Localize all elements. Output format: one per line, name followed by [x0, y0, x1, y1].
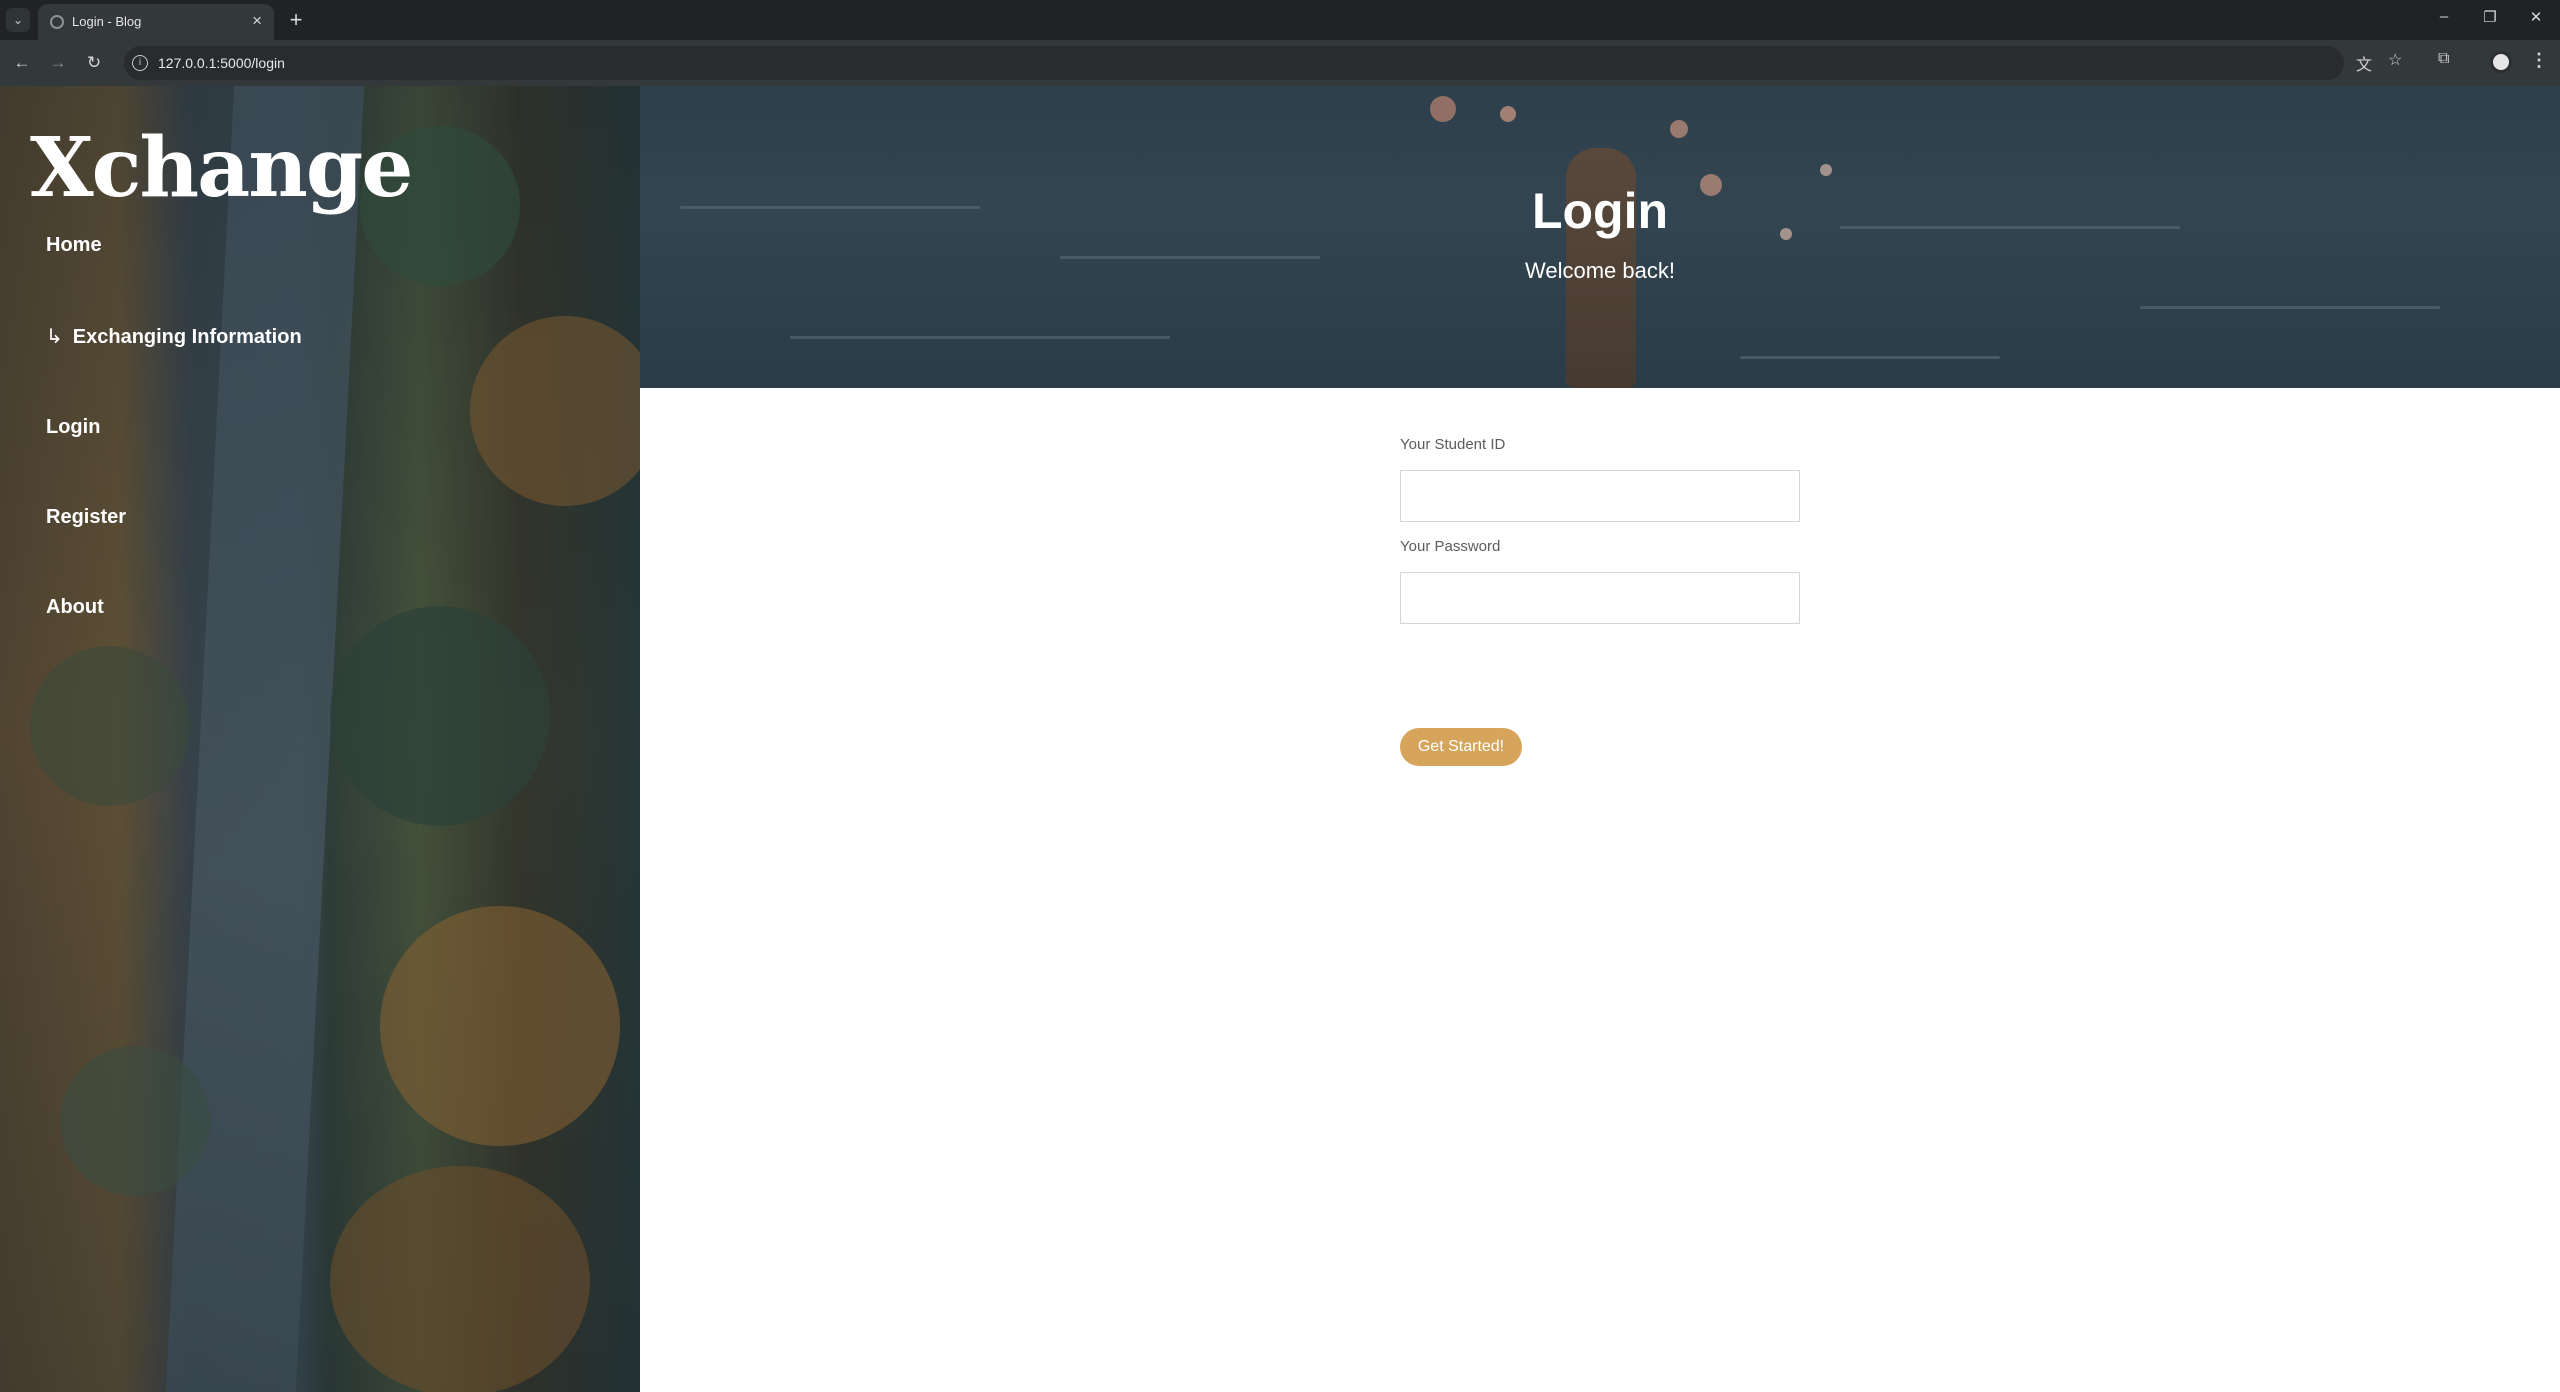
nav-item-about[interactable]: About	[46, 596, 104, 619]
puzzle-icon[interactable]: ⧉	[2438, 50, 2449, 68]
browser-tabstrip: ⌄ Login - Blog × + – ❐ ✕	[0, 0, 2560, 40]
minimize-icon[interactable]: –	[2432, 8, 2456, 25]
hero-banner: Login Welcome back!	[640, 86, 2560, 388]
plus-icon[interactable]: +	[282, 6, 310, 34]
star-icon[interactable]: ☆	[2388, 50, 2402, 70]
background-sparkle	[1500, 106, 1516, 122]
password-field[interactable]	[1400, 572, 1800, 624]
kebab-menu-icon[interactable]: ⋮	[2530, 50, 2548, 71]
background-wave	[1740, 356, 2000, 359]
globe-icon	[50, 15, 64, 29]
arrow-left-icon[interactable]: ←	[10, 51, 34, 75]
sidebar: Xchange Home ↳ Exchanging Information Log…	[0, 86, 640, 1392]
background-sparkle	[1820, 164, 1832, 176]
nav-item-home[interactable]: Home	[46, 234, 102, 257]
browser-toolbar: ← → ↻ i 127.0.0.1:5000/login 文 ☆ ⧉	[0, 40, 2560, 86]
tab-title: Login - Blog	[72, 14, 142, 29]
restore-icon[interactable]: ❐	[2478, 8, 2502, 26]
nav-item-label: Exchanging Information	[72, 326, 302, 348]
chevron-down-icon[interactable]: ⌄	[6, 8, 30, 32]
background-foliage	[380, 906, 620, 1146]
nav-item-exchanging-information[interactable]: ↳ Exchanging Information	[46, 324, 302, 349]
close-icon[interactable]: ×	[252, 11, 262, 31]
nav-item-login[interactable]: Login	[46, 416, 100, 439]
page-title: Login	[1531, 183, 1669, 239]
nav-item-label: Register	[46, 506, 127, 528]
get-started-button[interactable]: Get Started!	[1400, 728, 1522, 766]
background-foliage	[30, 646, 190, 806]
nav-item-label: About	[46, 596, 104, 618]
avatar[interactable]	[2490, 51, 2512, 73]
browser-tab[interactable]: Login - Blog ×	[38, 4, 274, 40]
arrow-right-icon[interactable]: →	[46, 51, 70, 75]
close-window-icon[interactable]: ✕	[2524, 8, 2548, 26]
reload-icon[interactable]: ↻	[82, 51, 106, 75]
background-sparkle	[1430, 96, 1456, 122]
student-id-label: Your Student ID	[1400, 436, 1506, 453]
background-foliage	[330, 606, 550, 826]
background-wave	[2140, 306, 2440, 309]
page: Xchange Home ↳ Exchanging Information Log…	[0, 86, 2560, 1392]
nav-item-register[interactable]: Register	[46, 506, 126, 529]
brand-logo[interactable]: Xchange	[30, 120, 413, 216]
background-foliage	[330, 1166, 590, 1392]
subitem-arrow-icon: ↳	[46, 326, 63, 348]
info-icon[interactable]: i	[132, 55, 148, 71]
nav-item-label: Login	[46, 416, 101, 438]
background-foliage	[60, 1046, 210, 1196]
translate-icon[interactable]: 文	[2356, 51, 2372, 75]
address-bar[interactable]: i 127.0.0.1:5000/login	[124, 46, 2344, 80]
url-text: 127.0.0.1:5000/login	[158, 55, 285, 71]
nav-item-label: Home	[46, 234, 102, 256]
page-subtitle: Welcome back!	[1525, 258, 1675, 283]
password-label: Your Password	[1400, 538, 1501, 555]
student-id-field[interactable]	[1400, 470, 1800, 522]
background-wave	[790, 336, 1170, 339]
background-sparkle	[1670, 120, 1688, 138]
background-foliage	[470, 316, 640, 506]
